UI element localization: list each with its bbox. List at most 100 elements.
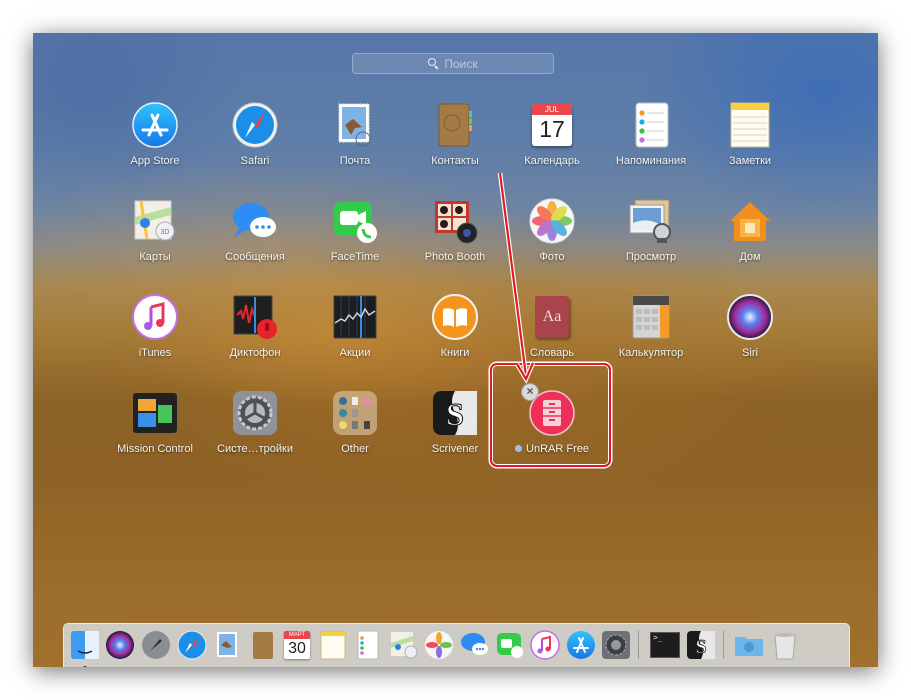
facetime-icon [497,633,523,658]
calendar-month: МАРТ [284,631,310,639]
app-reminders[interactable]: Напоминания [601,101,701,185]
launchpad-rocket-icon [142,631,170,659]
contacts-book-icon [253,632,273,659]
notes-icon [320,631,346,660]
home-icon [730,202,770,241]
dock-siri[interactable] [105,630,135,660]
app-safari[interactable]: Safari [205,101,305,185]
voice-memos-icon [233,295,277,339]
dock-launchpad[interactable] [141,630,171,660]
app-calculator[interactable]: Калькулятор [601,293,701,377]
dock-maps[interactable] [389,630,419,660]
delete-app-button[interactable]: × [521,383,539,401]
photo-booth-icon [435,201,478,244]
dock-separator [638,631,639,659]
dock: МАРТ 30 >_ S [63,623,850,667]
app-itunes[interactable]: iTunes [105,293,205,377]
app-photo-booth[interactable]: Photo Booth [405,197,505,281]
calendar-icon: МАРТ 30 [284,631,310,659]
dictionary-icon: Aa [535,296,569,338]
scrivener-icon: S [687,631,715,659]
search-field[interactable]: Поиск [352,53,554,74]
app-system-preferences[interactable]: Систе…тройки [205,389,305,473]
safari-icon [177,630,207,660]
books-icon [432,294,478,340]
dock-mail[interactable] [212,630,242,660]
app-label: Дом [739,251,761,263]
app-photos[interactable]: Фото [502,197,602,281]
scrivener-icon: S [433,391,477,435]
app-store-icon [567,631,595,659]
dock-finder[interactable] [70,630,100,667]
app-label: Siri [742,347,758,359]
calculator-icon [632,295,670,339]
app-preview[interactable]: Просмотр [601,197,701,281]
terminal-icon: >_ [650,632,680,658]
app-messages[interactable]: Сообщения [205,197,305,281]
dock-facetime[interactable] [495,630,525,660]
calendar-day: 17 [539,116,565,142]
search-placeholder: Поиск [444,56,478,71]
system-preferences-gear-icon [233,391,277,435]
contacts-book-icon [438,103,472,147]
finder-icon [71,631,99,659]
app-contacts[interactable]: Контакты [405,101,505,185]
svg-text:S: S [446,396,464,432]
itunes-icon [132,294,178,340]
app-siri[interactable]: Siri [700,293,800,377]
svg-text:3D: 3D [161,229,170,236]
dock-scrivener[interactable]: S [686,630,716,660]
notes-icon [730,102,770,148]
safari-icon [232,102,278,148]
mail-stamp-icon [217,632,237,657]
app-maps[interactable]: 3D Карты [105,197,205,281]
maps-icon: 3D [134,200,175,241]
dock-separator [723,631,724,659]
dock-trash[interactable] [770,630,800,660]
app-home[interactable]: Дом [700,197,800,281]
dock-reminders[interactable] [353,630,383,660]
app-notes[interactable]: Заметки [700,101,800,185]
preview-icon [629,199,671,243]
app-facetime[interactable]: FaceTime [305,197,405,281]
app-stocks[interactable]: Акции [305,293,405,377]
siri-icon [727,294,773,340]
dock-calendar[interactable]: МАРТ 30 [282,630,312,660]
app-mission-control[interactable]: Mission Control [105,389,205,473]
dock-system-preferences[interactable] [601,630,631,660]
reminders-icon [357,630,379,660]
dock-downloads-folder[interactable] [734,630,764,660]
dock-messages[interactable] [460,630,490,660]
messages-icon [233,203,276,237]
maps-icon [391,632,418,659]
app-folder-other[interactable]: Other [305,389,405,473]
photos-icon [529,198,575,244]
svg-text:S: S [695,636,706,658]
calendar-month: JUL [532,104,572,115]
trash-icon [774,633,796,660]
mail-stamp-icon [338,103,371,147]
folder-other-icon [333,391,377,435]
dock-safari[interactable] [177,630,207,660]
stocks-icon [333,295,377,339]
mission-control-icon [133,393,177,433]
dock-contacts[interactable] [247,630,277,660]
itunes-icon [530,630,560,660]
running-indicator [83,666,87,667]
app-books[interactable]: Книги [405,293,505,377]
downloads-folder-icon [735,637,763,656]
dock-notes[interactable] [318,630,348,660]
search-icon [428,58,439,69]
app-mail[interactable]: Почта [305,101,405,185]
dock-terminal[interactable]: >_ [650,630,680,660]
dock-itunes[interactable] [530,630,560,660]
calendar-day: 30 [288,640,306,657]
messages-icon [461,633,488,655]
dock-app-store[interactable] [566,630,596,660]
app-calendar[interactable]: JUL 17 Календарь [502,101,602,185]
app-voice-memos[interactable]: Диктофон [205,293,305,377]
annotation-highlight-box [490,363,611,467]
photos-icon [425,631,453,659]
app-app-store[interactable]: App Store [105,101,205,185]
dock-photos[interactable] [424,630,454,660]
